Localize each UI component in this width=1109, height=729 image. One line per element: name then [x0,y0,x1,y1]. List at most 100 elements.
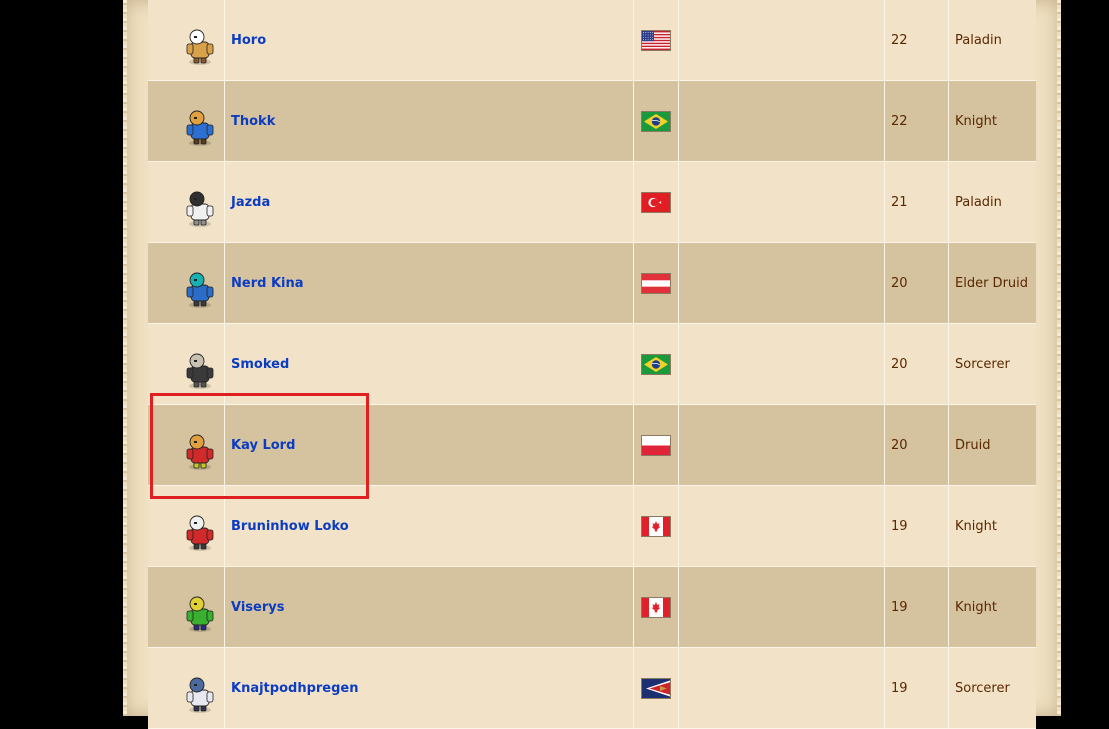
level-cell: 21 [885,162,949,242]
character-outfit-icon [180,103,220,147]
name-cell: Thokk [225,81,634,161]
outfit-cell [148,162,225,242]
table-row: Thokk 22 Knight [148,81,1036,162]
table-row: Kay Lord 20 Druid [148,405,1036,486]
empty-cell [679,567,885,647]
level-value: 22 [891,113,908,129]
level-cell: 22 [885,0,949,80]
us-flag-icon [641,29,671,51]
flag-cell [634,648,679,728]
character-link-viserys[interactable]: Viserys [231,600,284,615]
name-cell: Kay Lord [225,405,634,485]
character-outfit-icon [180,670,220,714]
flag-cell [634,243,679,323]
vocation-cell: Sorcerer [949,324,1036,404]
character-link-nerd-kina[interactable]: Nerd Kina [231,276,304,291]
outfit-cell [148,324,225,404]
flag-cell [634,81,679,161]
canada-flag-icon [641,515,671,537]
table-row: Nerd Kina 20 Elder Druid [148,243,1036,324]
canada-flag-icon [641,596,671,618]
level-value: 20 [891,275,908,291]
level-cell: 19 [885,567,949,647]
level-cell: 19 [885,486,949,566]
vocation-value: Knight [955,113,997,129]
outfit-cell [148,0,225,80]
vocation-cell: Paladin [949,0,1036,80]
turkey-flag-icon [641,191,671,213]
vocation-cell: Knight [949,486,1036,566]
empty-cell [679,81,885,161]
flag-cell [634,567,679,647]
character-outfit-icon [180,184,220,228]
level-value: 20 [891,356,908,372]
vocation-value: Druid [955,437,991,453]
character-outfit-icon [180,346,220,390]
american-samoa-flag-icon [641,677,671,699]
level-cell: 20 [885,324,949,404]
empty-cell [679,0,885,80]
table-row: Jazda 21 Paladin [148,162,1036,243]
level-value: 20 [891,437,908,453]
level-value: 22 [891,32,908,48]
outfit-cell [148,648,225,728]
vocation-value: Elder Druid [955,275,1029,291]
character-outfit-icon [180,427,220,471]
name-cell: Viserys [225,567,634,647]
character-link-bruninhow-loko[interactable]: Bruninhow Loko [231,519,349,534]
flag-cell [634,0,679,80]
vocation-value: Sorcerer [955,680,1010,696]
vocation-cell: Elder Druid [949,243,1036,323]
outfit-cell [148,81,225,161]
level-value: 21 [891,194,908,210]
vocation-cell: Knight [949,81,1036,161]
outfit-cell [148,567,225,647]
level-cell: 22 [885,81,949,161]
highscores-table: Horo 22 Paladin Thokk 22 Knight Jazda 21 Paladin… [148,0,1036,729]
name-cell: Smoked [225,324,634,404]
empty-cell [679,648,885,728]
character-link-horo[interactable]: Horo [231,33,266,48]
vocation-value: Knight [955,599,997,615]
level-cell: 19 [885,648,949,728]
flag-cell [634,162,679,242]
level-value: 19 [891,680,908,696]
outfit-cell [148,405,225,485]
flag-cell [634,405,679,485]
table-row: Smoked 20 Sorcerer [148,324,1036,405]
outfit-cell [148,486,225,566]
level-value: 19 [891,518,908,534]
brazil-flag-icon [641,353,671,375]
table-row: Knajtpodhpregen 19 Sorcerer [148,648,1036,729]
flag-cell [634,486,679,566]
vocation-value: Paladin [955,32,1002,48]
empty-cell [679,243,885,323]
level-cell: 20 [885,243,949,323]
vocation-cell: Paladin [949,162,1036,242]
name-cell: Nerd Kina [225,243,634,323]
empty-cell [679,162,885,242]
character-link-knajtpodhpregen[interactable]: Knajtpodhpregen [231,681,358,696]
poland-flag-icon [641,434,671,456]
name-cell: Knajtpodhpregen [225,648,634,728]
empty-cell [679,486,885,566]
character-link-thokk[interactable]: Thokk [231,114,275,129]
empty-cell [679,324,885,404]
name-cell: Horo [225,0,634,80]
table-row: Horo 22 Paladin [148,0,1036,81]
character-outfit-icon [180,508,220,552]
vocation-value: Paladin [955,194,1002,210]
vocation-value: Sorcerer [955,356,1010,372]
vocation-cell: Druid [949,405,1036,485]
vocation-cell: Sorcerer [949,648,1036,728]
character-link-jazda[interactable]: Jazda [231,195,270,210]
character-link-smoked[interactable]: Smoked [231,357,289,372]
character-outfit-icon [180,22,220,66]
brazil-flag-icon [641,110,671,132]
austria-flag-icon [641,272,671,294]
empty-cell [679,405,885,485]
character-outfit-icon [180,265,220,309]
character-link-kay-lord[interactable]: Kay Lord [231,438,295,453]
character-outfit-icon [180,589,220,633]
name-cell: Bruninhow Loko [225,486,634,566]
